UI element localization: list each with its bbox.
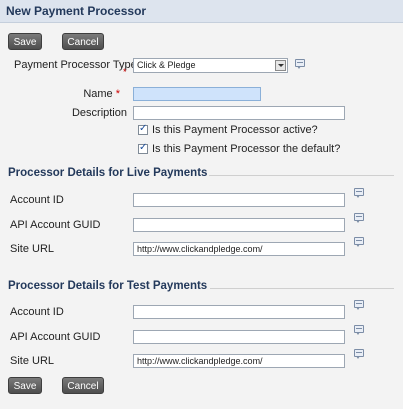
cancel-button-top[interactable]: Cancel [62, 33, 104, 50]
help-bubble-icon[interactable] [354, 349, 364, 359]
description-field[interactable] [133, 106, 345, 120]
name-label: Name * [83, 88, 120, 100]
page-header: New Payment Processor [0, 0, 403, 23]
help-bubble-icon[interactable] [354, 188, 364, 198]
live-account-id-label: Account ID [10, 194, 64, 206]
processor-type-value: Click & Pledge [137, 60, 196, 70]
test-api-guid-label: API Account GUID [10, 331, 101, 343]
page-title: New Payment Processor [6, 4, 147, 18]
default-checkbox-label: Is this Payment Processor the default? [152, 143, 341, 155]
active-checkbox[interactable]: ✓ [138, 123, 148, 135]
save-button-bottom[interactable]: Save [8, 377, 42, 394]
live-api-guid-field[interactable] [133, 218, 345, 232]
checkmark-icon: ✓ [139, 123, 148, 134]
form-panel: Save Cancel Payment Processor Type * Cli… [0, 23, 403, 409]
processor-type-select[interactable]: Click & Pledge [133, 58, 288, 73]
help-bubble-icon[interactable] [354, 325, 364, 335]
test-api-guid-field[interactable] [133, 330, 345, 344]
live-site-url-label: Site URL [10, 243, 55, 255]
help-bubble-icon[interactable] [354, 300, 364, 310]
test-site-url-field[interactable]: http://www.clickandpledge.com/ [133, 354, 345, 368]
default-checkbox[interactable]: ✓ [138, 142, 148, 154]
live-api-guid-label: API Account GUID [10, 219, 101, 231]
processor-type-label: Payment Processor Type [14, 59, 137, 71]
test-account-id-label: Account ID [10, 306, 64, 318]
help-bubble-icon[interactable] [354, 237, 364, 247]
section-divider [209, 175, 394, 176]
name-field[interactable] [133, 87, 261, 101]
chevron-down-icon[interactable] [275, 60, 286, 71]
save-button-top[interactable]: Save [8, 33, 42, 50]
checkmark-icon: ✓ [139, 142, 148, 153]
live-section-heading: Processor Details for Live Payments [8, 167, 208, 179]
help-bubble-icon[interactable] [354, 213, 364, 223]
live-account-id-field[interactable] [133, 193, 345, 207]
test-section-heading: Processor Details for Test Payments [8, 280, 208, 292]
test-account-id-field[interactable] [133, 305, 345, 319]
cancel-button-bottom[interactable]: Cancel [62, 377, 104, 394]
live-site-url-field[interactable]: http://www.clickandpledge.com/ [133, 242, 345, 256]
test-site-url-label: Site URL [10, 355, 55, 367]
section-divider [210, 288, 394, 289]
help-bubble-icon[interactable] [295, 59, 305, 69]
active-checkbox-label: Is this Payment Processor active? [152, 124, 318, 136]
required-marker: * [123, 67, 127, 77]
description-label: Description [71, 107, 127, 119]
